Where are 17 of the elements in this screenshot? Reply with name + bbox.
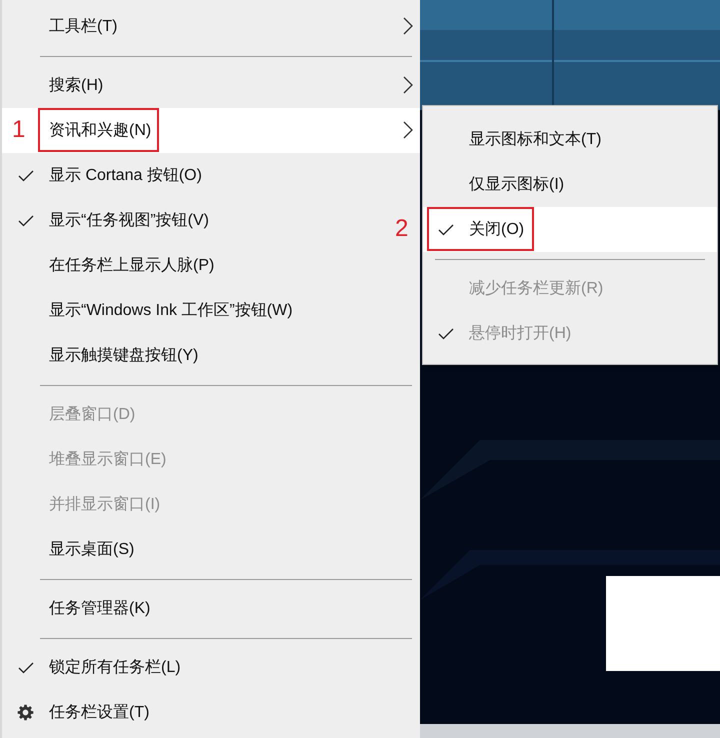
- menu-item[interactable]: 显示“Windows Ink 工作区”按钮(W): [2, 288, 299, 333]
- menu-item[interactable]: 在任务栏上显示人脉(P): [2, 243, 220, 288]
- menu-item[interactable]: 显示触摸键盘按钮(Y): [2, 333, 204, 378]
- callout-number: 2: [395, 216, 408, 242]
- menu-item[interactable]: 任务管理器(K): [2, 586, 156, 631]
- menu-item[interactable]: 显示桌面(S): [2, 527, 140, 572]
- menu-item[interactable]: 锁定所有任务栏(L): [2, 645, 187, 690]
- menu-item[interactable]: 显示 Cortana 按钮(O): [2, 153, 208, 198]
- menu-item[interactable]: 工具栏(T): [2, 4, 420, 49]
- gear-icon: [17, 704, 34, 721]
- menu-item[interactable]: 显示“任务视图”按钮(V): [2, 198, 215, 243]
- menu-item[interactable]: 1 资讯和兴趣(N): [2, 108, 420, 153]
- menu-item[interactable]: 任务栏设置(T): [2, 690, 156, 735]
- menu-item[interactable]: 显示图标和文本(T): [423, 117, 717, 162]
- menu-item[interactable]: 仅显示图标(I): [423, 162, 717, 207]
- callout-number: 1: [12, 117, 26, 143]
- menu-item[interactable]: 搜索(H): [2, 63, 420, 108]
